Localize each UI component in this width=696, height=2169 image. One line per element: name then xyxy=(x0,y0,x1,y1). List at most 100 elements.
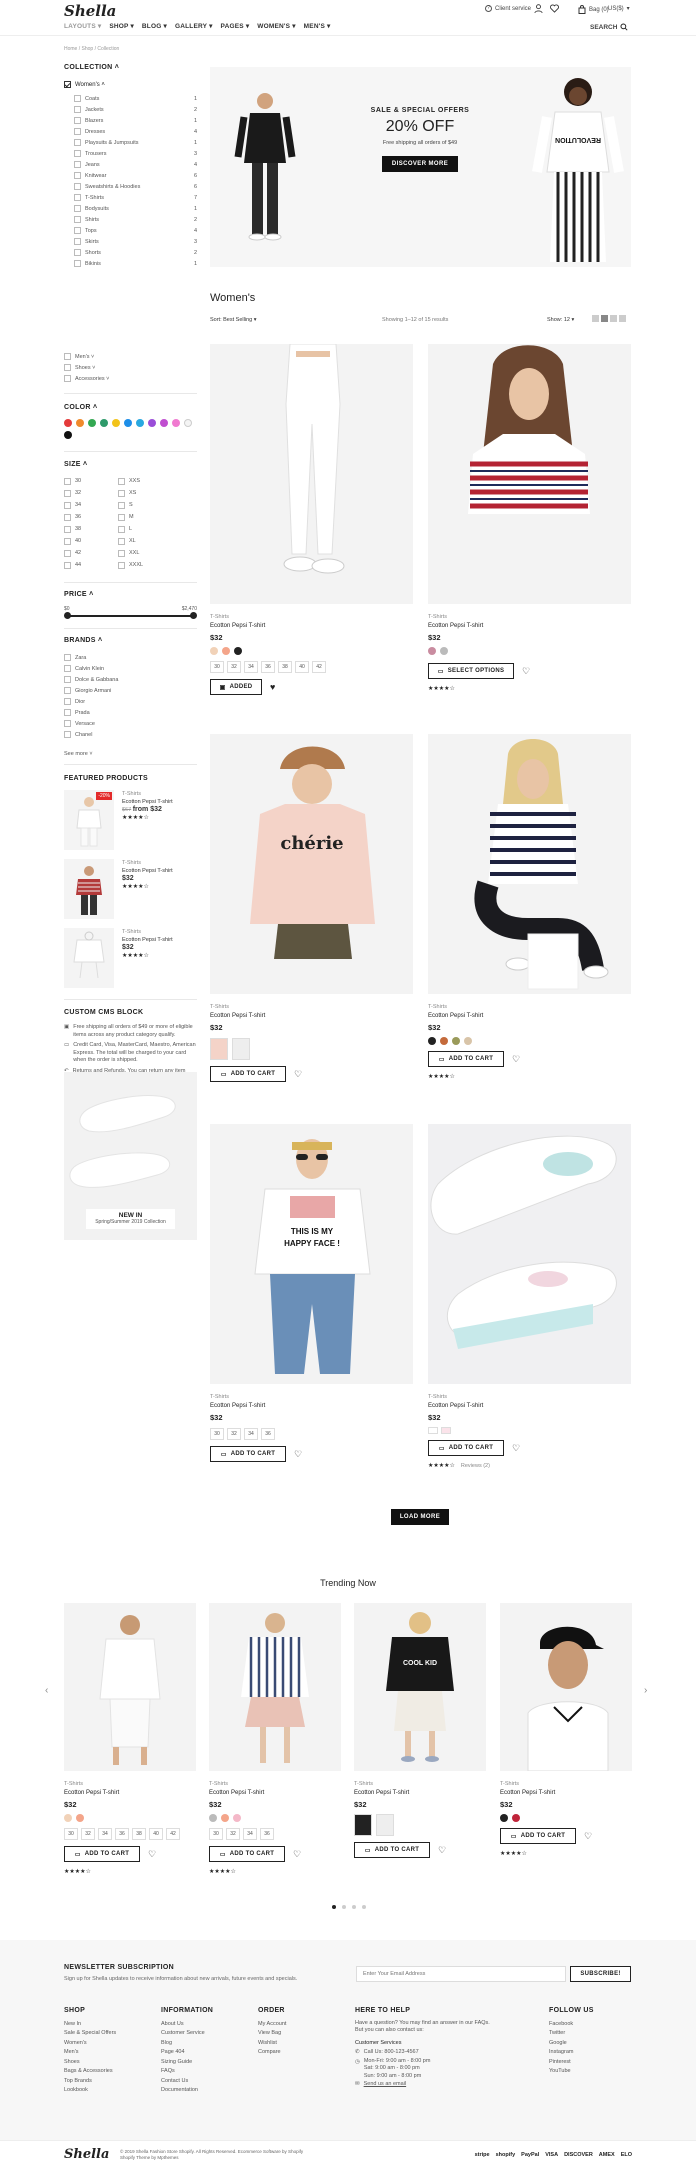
footer-link[interactable]: Sale & Special Offers xyxy=(64,2029,116,2039)
size-chip[interactable]: 36 xyxy=(115,1828,129,1840)
currency-select[interactable]: US($) ▾ xyxy=(608,5,630,13)
pagination-dot[interactable] xyxy=(362,1905,366,1909)
size-chip[interactable]: 30 xyxy=(210,1428,224,1440)
pagination-dot[interactable] xyxy=(342,1905,346,1909)
checkbox[interactable] xyxy=(64,654,71,661)
size-option[interactable]: XXL xyxy=(118,548,164,558)
product-image[interactable]: COOL KID xyxy=(354,1603,486,1771)
color-swatch[interactable] xyxy=(160,419,168,427)
size-option[interactable]: 36 xyxy=(64,512,110,522)
brand-item[interactable]: Calvin Klein xyxy=(64,663,197,674)
color-dot[interactable] xyxy=(464,1037,472,1045)
brand-item[interactable]: Dolce & Gabbana xyxy=(64,674,197,685)
size-option[interactable]: 34 xyxy=(64,500,110,510)
product-name[interactable]: Ecotton Pepsi T-shirt xyxy=(428,1403,631,1409)
color-swatch[interactable] xyxy=(148,419,156,427)
color-dot[interactable] xyxy=(233,1814,241,1822)
footer-link[interactable]: Customer Service xyxy=(161,2029,213,2039)
hero-banner[interactable]: SALE & SPECIAL OFFERS 20% OFF Free shipp… xyxy=(210,67,631,267)
collection-item[interactable]: Accessories ˅ xyxy=(64,373,197,384)
checkbox[interactable] xyxy=(74,183,81,190)
wishlist-heart-icon[interactable]: ♡ xyxy=(294,1069,302,1080)
grid-4-icon[interactable] xyxy=(610,315,617,322)
wishlist-heart-icon[interactable]: ♡ xyxy=(438,1845,446,1856)
product-name[interactable]: Ecotton Pepsi T-shirt xyxy=(354,1790,486,1796)
collection-item[interactable]: Men's ˅ xyxy=(64,351,197,362)
list-view-icon[interactable] xyxy=(619,315,626,322)
checkbox[interactable] xyxy=(64,665,71,672)
discover-more-button[interactable]: DISCOVER MORE xyxy=(382,156,458,172)
size-chip[interactable]: 30 xyxy=(209,1828,223,1840)
checkbox[interactable] xyxy=(74,238,81,245)
category-item[interactable]: Shirts 2 xyxy=(74,214,197,225)
color-swatch[interactable] xyxy=(64,419,72,427)
footer-link[interactable]: About Us xyxy=(161,2020,213,2030)
brand-item[interactable]: Zara xyxy=(64,652,197,663)
wishlist-heart-icon[interactable]: ♡ xyxy=(512,1443,520,1454)
category-item[interactable]: Playsuits & Jumpsuits 1 xyxy=(74,137,197,148)
search-button[interactable]: SEARCH xyxy=(590,23,628,31)
category-item[interactable]: Jackets 2 xyxy=(74,104,197,115)
wishlist-heart-icon[interactable]: ♡ xyxy=(148,1849,156,1860)
checkbox[interactable] xyxy=(64,81,71,88)
product-image[interactable] xyxy=(210,344,413,604)
size-chip[interactable]: 34 xyxy=(98,1828,112,1840)
category-item[interactable]: Dresses 4 xyxy=(74,126,197,137)
checkbox[interactable] xyxy=(118,513,125,521)
checkbox[interactable] xyxy=(74,260,81,267)
size-option[interactable]: 38 xyxy=(64,524,110,534)
product-image[interactable] xyxy=(428,344,631,604)
checkbox[interactable] xyxy=(64,477,71,485)
checkbox[interactable] xyxy=(64,513,71,521)
color-swatch[interactable] xyxy=(88,419,96,427)
price-heading[interactable]: PRICE ˄ xyxy=(64,591,94,598)
product-image[interactable]: -20% xyxy=(64,790,114,850)
add-to-cart-button[interactable]: ▭ ADD TO CART xyxy=(209,1846,285,1862)
add-to-cart-button[interactable]: ▭ ADD TO CART xyxy=(428,1051,504,1067)
checkbox[interactable] xyxy=(74,139,81,146)
size-option[interactable]: XXS xyxy=(118,476,164,486)
footer-link[interactable]: Lookbook xyxy=(64,2086,116,2096)
color-dot[interactable] xyxy=(440,1037,448,1045)
add-to-cart-button[interactable]: ▭ ADD TO CART xyxy=(210,1066,286,1082)
checkbox[interactable] xyxy=(64,676,71,683)
footer-link[interactable]: Shoes xyxy=(64,2058,116,2068)
brands-heading[interactable]: BRANDS ˄ xyxy=(64,637,102,644)
footer-link[interactable]: Bags & Accessories xyxy=(64,2067,116,2077)
brand-item[interactable]: Prada xyxy=(64,707,197,718)
checkbox[interactable] xyxy=(74,128,81,135)
size-chip[interactable]: 42 xyxy=(166,1828,180,1840)
pagination-dot[interactable] xyxy=(352,1905,356,1909)
client-service-link[interactable]: ? Client service xyxy=(485,5,531,12)
nav-item-shop[interactable]: SHOP ▾ xyxy=(109,22,134,30)
color-dot[interactable] xyxy=(76,1814,84,1822)
product-image[interactable] xyxy=(64,859,114,919)
price-slider-track[interactable] xyxy=(66,615,195,617)
product-name[interactable]: Ecotton Pepsi T-shirt xyxy=(428,1013,631,1019)
size-option[interactable]: XS xyxy=(118,488,164,498)
newsletter-email-input[interactable] xyxy=(356,1966,566,1982)
checkbox[interactable] xyxy=(64,489,71,497)
product-image[interactable]: THIS IS MY HAPPY FACE ! xyxy=(210,1124,413,1384)
checkbox[interactable] xyxy=(74,227,81,234)
size-option[interactable]: 44 xyxy=(64,560,110,570)
add-to-cart-button[interactable]: ▭ ADD TO CART xyxy=(500,1828,576,1844)
social-link[interactable]: Instagram xyxy=(549,2048,594,2058)
size-chip[interactable]: 32 xyxy=(227,661,241,673)
color-swatch[interactable] xyxy=(100,419,108,427)
social-link[interactable]: Google xyxy=(549,2039,594,2049)
checkbox[interactable] xyxy=(118,489,125,497)
color-dot[interactable] xyxy=(234,647,242,655)
footer-link[interactable]: My Account xyxy=(258,2020,286,2030)
size-chip[interactable]: 30 xyxy=(210,661,224,673)
variant-thumb[interactable] xyxy=(441,1427,451,1434)
product-name[interactable]: Ecotton Pepsi T-shirt xyxy=(210,1013,413,1019)
footer-link[interactable]: Top Brands xyxy=(64,2077,116,2087)
product-image[interactable] xyxy=(209,1603,341,1771)
collection-heading[interactable]: COLLECTION ˄ xyxy=(64,64,119,71)
nav-item-gallery[interactable]: GALLERY ▾ xyxy=(175,22,213,30)
checkbox[interactable] xyxy=(118,549,125,557)
price-slider-max-handle[interactable] xyxy=(190,612,197,619)
color-swatch[interactable] xyxy=(124,419,132,427)
product-name[interactable]: Ecotton Pepsi T-shirt xyxy=(500,1790,632,1796)
